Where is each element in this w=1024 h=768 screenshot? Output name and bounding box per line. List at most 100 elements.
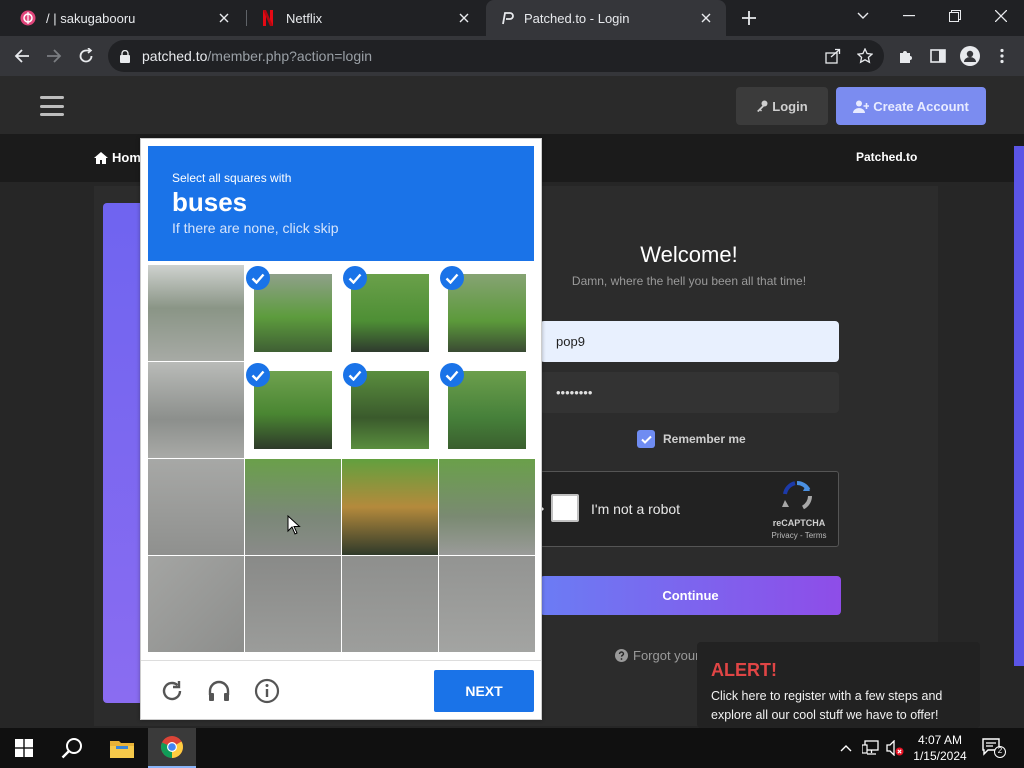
captcha-tile[interactable]: [245, 265, 341, 361]
url-path: /member.php?action=login: [207, 48, 372, 64]
tab-separator: [246, 10, 247, 26]
kebab-menu-icon: [1000, 48, 1004, 64]
recaptcha-terms-links[interactable]: Privacy - Terms: [763, 531, 835, 540]
check-circle-icon: [343, 363, 367, 387]
challenge-hint: If there are none, click skip: [172, 220, 339, 236]
alert-message: Click here to register with a few steps …: [711, 689, 943, 722]
captcha-tile[interactable]: [342, 265, 438, 361]
home-icon: [94, 151, 108, 164]
notification-center-button[interactable]: 2: [982, 738, 1006, 758]
captcha-tile[interactable]: [342, 459, 438, 555]
browser-tab-strip: / | sakugabooru Netflix Patched.to - Log…: [0, 0, 1024, 36]
reload-icon[interactable]: [158, 677, 186, 705]
chrome-icon: [161, 736, 183, 758]
star-icon[interactable]: [856, 47, 874, 65]
patched-favicon-icon: [498, 10, 514, 26]
alert-title: ALERT!: [711, 660, 777, 680]
puzzle-icon: [900, 51, 912, 63]
key-icon: [757, 100, 768, 112]
captcha-tile[interactable]: [342, 556, 438, 652]
side-panel-button[interactable]: [924, 42, 952, 70]
share-icon[interactable]: [824, 47, 842, 65]
remember-me-option[interactable]: Remember me: [637, 430, 746, 448]
create-account-button[interactable]: Create Account: [836, 87, 986, 125]
check-circle-icon: [440, 363, 464, 387]
captcha-tile[interactable]: [439, 556, 535, 652]
create-account-label: Create Account: [873, 98, 969, 114]
nav-brand[interactable]: Patched.to: [856, 150, 917, 164]
login-button[interactable]: Login: [736, 87, 828, 125]
captcha-tile-image: [342, 556, 438, 652]
close-icon[interactable]: [216, 10, 232, 26]
continue-button[interactable]: Continue: [540, 576, 841, 615]
restore-button[interactable]: [932, 0, 978, 32]
hamburger-menu-icon[interactable]: [40, 96, 64, 116]
info-icon[interactable]: [253, 677, 281, 705]
back-button[interactable]: [8, 42, 36, 70]
check-circle-icon: [440, 266, 464, 290]
file-explorer-button[interactable]: [98, 728, 146, 768]
captcha-tile[interactable]: [439, 362, 535, 458]
captcha-tile[interactable]: [342, 362, 438, 458]
tab-patched-login[interactable]: Patched.to - Login: [486, 0, 726, 36]
minimize-button[interactable]: [886, 0, 932, 32]
captcha-tile[interactable]: [439, 265, 535, 361]
start-button[interactable]: [0, 728, 48, 768]
reload-button[interactable]: [72, 42, 100, 70]
next-button[interactable]: NEXT: [434, 670, 534, 712]
tab-sakugabooru[interactable]: / | sakugabooru: [8, 0, 244, 36]
tab-search-button[interactable]: [840, 0, 886, 32]
captcha-tile-image: [148, 459, 244, 555]
extensions-button[interactable]: [892, 42, 920, 70]
close-icon: [995, 10, 1007, 22]
profile-button[interactable]: [956, 42, 984, 70]
search-button[interactable]: [48, 728, 96, 768]
captcha-tile[interactable]: [245, 556, 341, 652]
captcha-tile[interactable]: [148, 556, 244, 652]
captcha-tile-image: [245, 459, 341, 555]
captcha-tile[interactable]: [245, 459, 341, 555]
avatar-icon: [960, 46, 980, 66]
clock-time: 4:07 AM: [917, 733, 963, 747]
close-icon[interactable]: [698, 10, 714, 26]
lock-icon: [120, 49, 132, 63]
captcha-tile[interactable]: [148, 362, 244, 458]
menu-button[interactable]: [988, 42, 1016, 70]
chrome-taskbar-button[interactable]: [148, 728, 196, 768]
alert-popup[interactable]: ALERT! Click here to register with a few…: [697, 642, 980, 728]
remember-me-checkbox[interactable]: [637, 430, 655, 448]
close-icon[interactable]: [456, 10, 472, 26]
url-text: patched.to/member.php?action=login: [142, 48, 372, 64]
username-field[interactable]: pop9: [540, 321, 839, 362]
notification-count: 2: [997, 746, 1003, 755]
page-accent-strip: [1014, 146, 1024, 666]
volume-muted-icon[interactable]: [886, 739, 904, 757]
recaptcha-checkbox[interactable]: [551, 494, 579, 522]
new-tab-button[interactable]: [738, 7, 760, 29]
captcha-tile[interactable]: [148, 265, 244, 361]
headphones-icon[interactable]: [205, 677, 233, 705]
challenge-instruction: Select all squares with: [172, 171, 292, 185]
chevron-up-icon[interactable]: [837, 739, 855, 757]
taskbar-clock[interactable]: 4:07 AM 1/15/2024: [910, 732, 970, 764]
recaptcha-label: I'm not a robot: [591, 501, 681, 517]
reload-icon: [79, 48, 93, 63]
captcha-challenge-dialog: Select all squares with buses If there a…: [140, 138, 542, 720]
close-window-button[interactable]: [978, 0, 1024, 32]
tab-netflix[interactable]: Netflix: [248, 0, 484, 36]
remember-me-label: Remember me: [663, 432, 746, 446]
address-bar[interactable]: patched.to/member.php?action=login: [108, 40, 884, 72]
password-field[interactable]: ••••••••: [540, 372, 839, 413]
captcha-tile[interactable]: [439, 459, 535, 555]
tab-title: Patched.to - Login: [524, 10, 630, 26]
captcha-tile-image: [245, 556, 341, 652]
captcha-tile[interactable]: [148, 459, 244, 555]
url-host: patched.to: [142, 48, 208, 64]
forward-button[interactable]: [40, 42, 68, 70]
tab-title: Netflix: [286, 10, 323, 26]
welcome-heading: Welcome!: [640, 242, 738, 267]
network-icon[interactable]: [862, 739, 880, 757]
side-panel-icon: [930, 49, 946, 63]
captcha-tile[interactable]: [245, 362, 341, 458]
forgot-password-link[interactable]: Forgot your: [615, 648, 699, 663]
